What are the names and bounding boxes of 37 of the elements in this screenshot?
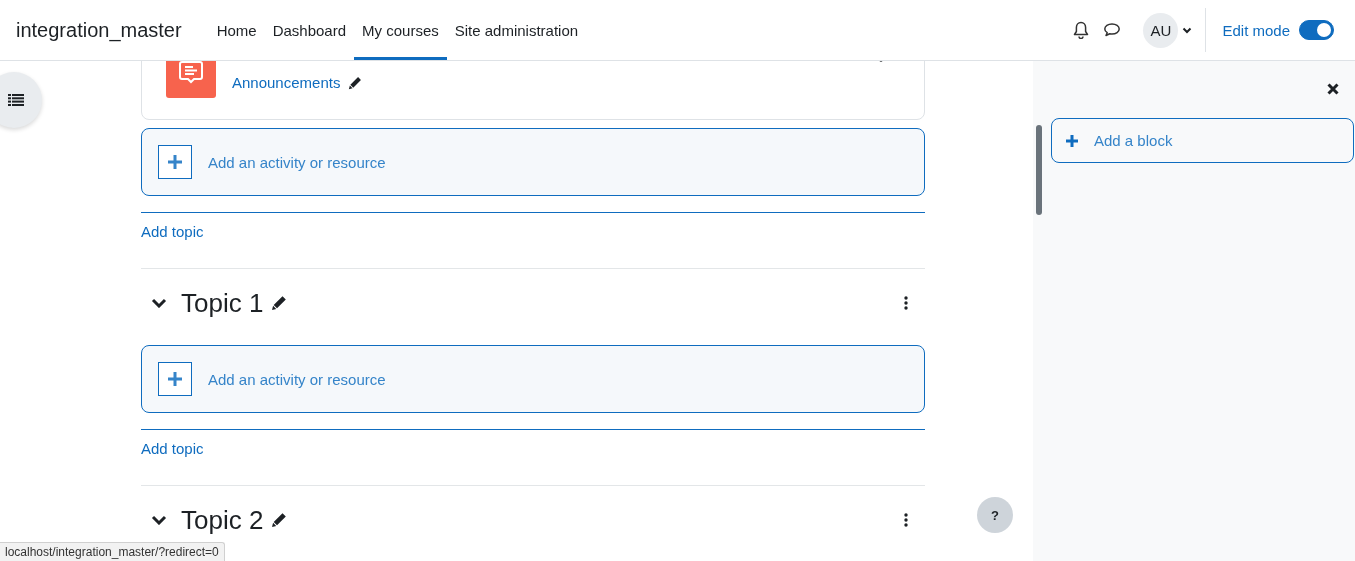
user-avatar[interactable]: AU — [1143, 12, 1179, 48]
pencil-icon[interactable] — [271, 295, 288, 311]
add-block-button[interactable]: Add a block — [1051, 118, 1354, 163]
chevron-down-icon[interactable] — [151, 298, 167, 308]
plus-icon[interactable] — [158, 145, 192, 179]
nav-tab[interactable]: Site administration — [446, 0, 587, 60]
list-icon — [8, 94, 24, 106]
nav-tab[interactable]: Home — [208, 0, 265, 60]
kebab-menu-icon[interactable] — [904, 296, 908, 310]
add-activity-button[interactable]: Add an activity or resource — [141, 128, 925, 196]
status-bar-url: localhost/integration_master/?redirect=0 — [0, 542, 225, 561]
add-activity-label: Add an activity or resource — [208, 370, 386, 388]
section-title: Topic 2 — [181, 504, 264, 536]
nav-tab[interactable]: Dashboard — [264, 0, 355, 60]
help-button[interactable]: ? — [977, 497, 1013, 533]
plus-icon[interactable] — [1065, 133, 1079, 148]
chevron-down-icon[interactable] — [151, 515, 167, 525]
forum-icon[interactable] — [166, 61, 216, 98]
chat-icon[interactable] — [1103, 22, 1122, 38]
add-topic-link[interactable]: Add topic — [141, 223, 204, 240]
scrollbar[interactable] — [1036, 125, 1042, 215]
kebab-menu-icon[interactable] — [904, 513, 908, 527]
bell-icon[interactable] — [1073, 21, 1090, 39]
add-activity-label: Add an activity or resource — [208, 153, 386, 171]
pencil-icon[interactable] — [348, 75, 363, 90]
plus-icon[interactable] — [158, 362, 192, 396]
add-activity-button[interactable]: Add an activity or resource — [141, 345, 925, 413]
add-topic-link[interactable]: Add topic — [141, 440, 204, 457]
course-index-toggle[interactable] — [0, 72, 42, 128]
pencil-icon[interactable] — [271, 512, 288, 528]
site-name[interactable]: integration_master — [16, 18, 182, 42]
caret-icon[interactable] — [1182, 26, 1193, 34]
close-icon[interactable] — [1327, 83, 1339, 95]
edit-mode-label: Edit mode — [1222, 21, 1290, 39]
activity-link[interactable]: Announcements — [232, 74, 341, 91]
section-title: Topic 1 — [181, 287, 264, 319]
edit-mode-switch[interactable] — [1299, 20, 1334, 40]
